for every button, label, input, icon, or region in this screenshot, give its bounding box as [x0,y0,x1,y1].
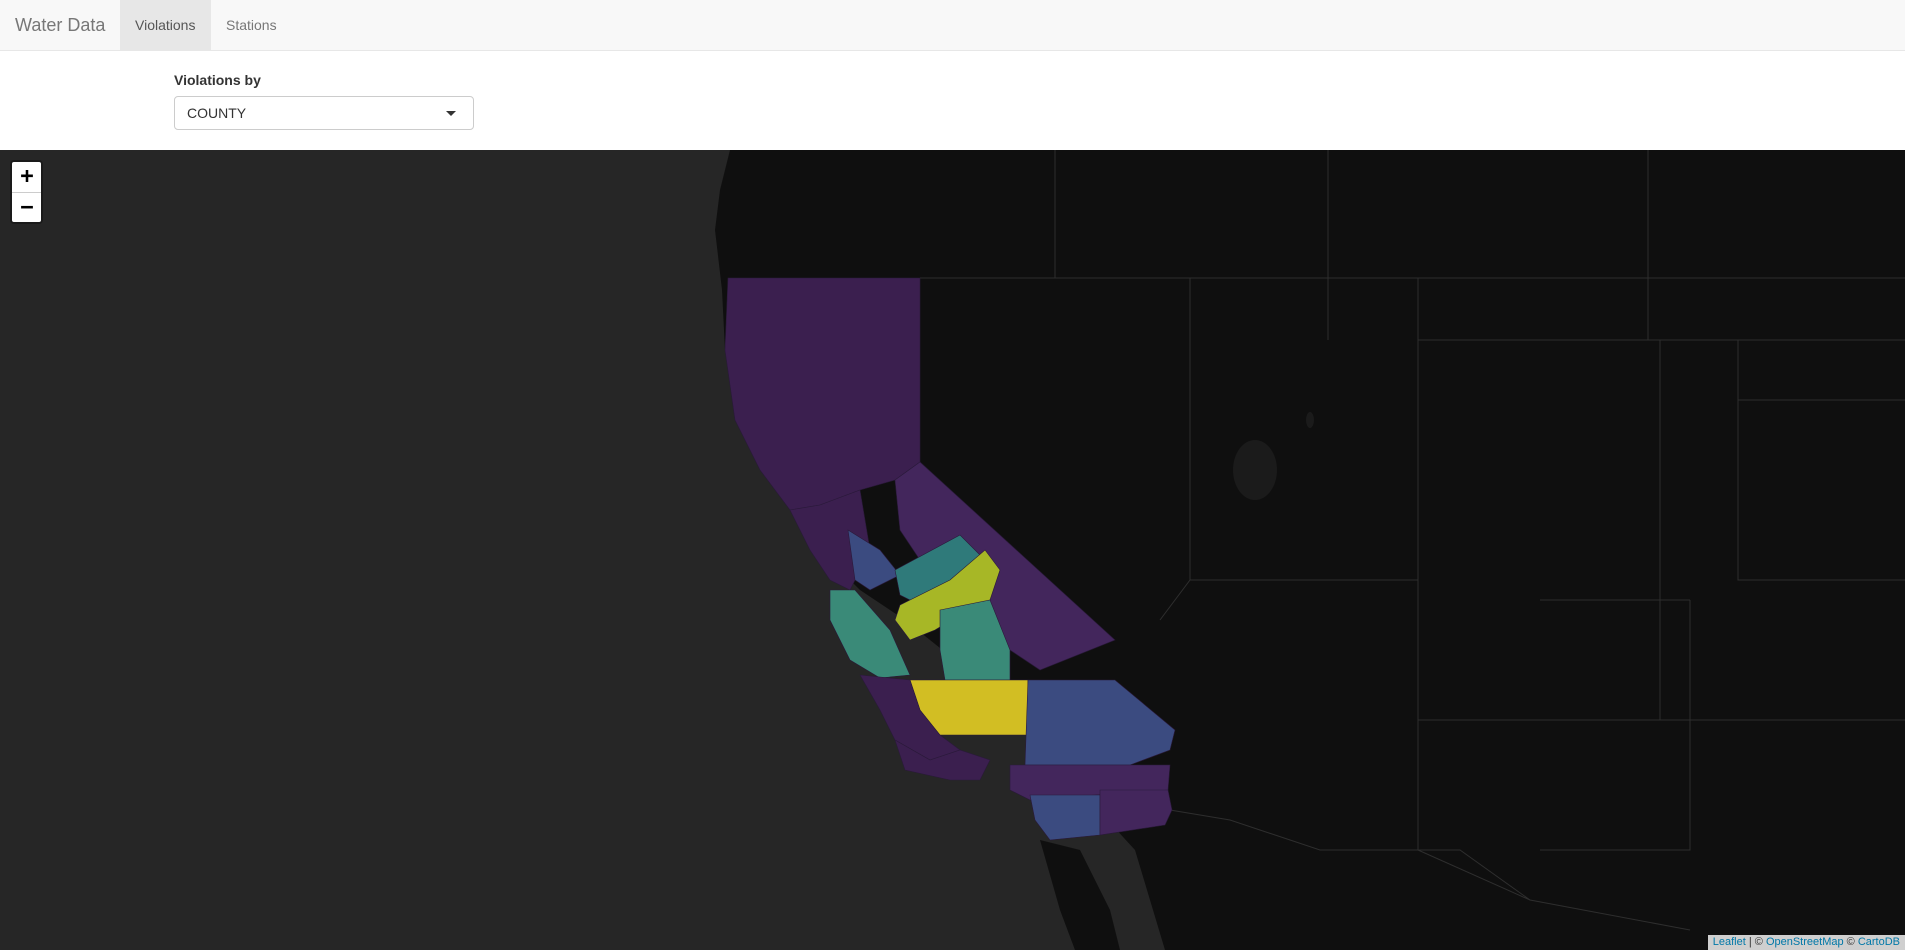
select-value: COUNTY [187,105,247,121]
app-brand[interactable]: Water Data [15,0,105,50]
tab-stations[interactable]: Stations [211,0,292,50]
leaflet-link[interactable]: Leaflet [1713,936,1746,948]
attribution-sep-1: | © [1745,936,1766,948]
map-canvas[interactable] [0,150,1905,950]
openstreetmap-link[interactable]: OpenStreetMap [1766,936,1844,948]
cartodb-link[interactable]: CartoDB [1858,936,1900,948]
zoom-in-button[interactable]: + [12,162,41,192]
map-attribution: Leaflet | © OpenStreetMap © CartoDB [1707,935,1905,950]
zoom-out-button[interactable]: − [12,192,41,222]
map[interactable]: + − Leaflet | © OpenStreetMap © CartoDB [0,150,1905,950]
violations-by-select[interactable]: COUNTY [174,96,474,130]
attribution-sep-2: © [1843,936,1858,948]
chevron-down-icon [446,111,456,116]
navbar: Water Data Violations Stations [0,0,1905,51]
violations-by-control: Violations by COUNTY [174,72,474,130]
zoom-control: + − [10,160,43,224]
tab-violations[interactable]: Violations [120,0,211,50]
violations-by-label: Violations by [174,72,261,88]
